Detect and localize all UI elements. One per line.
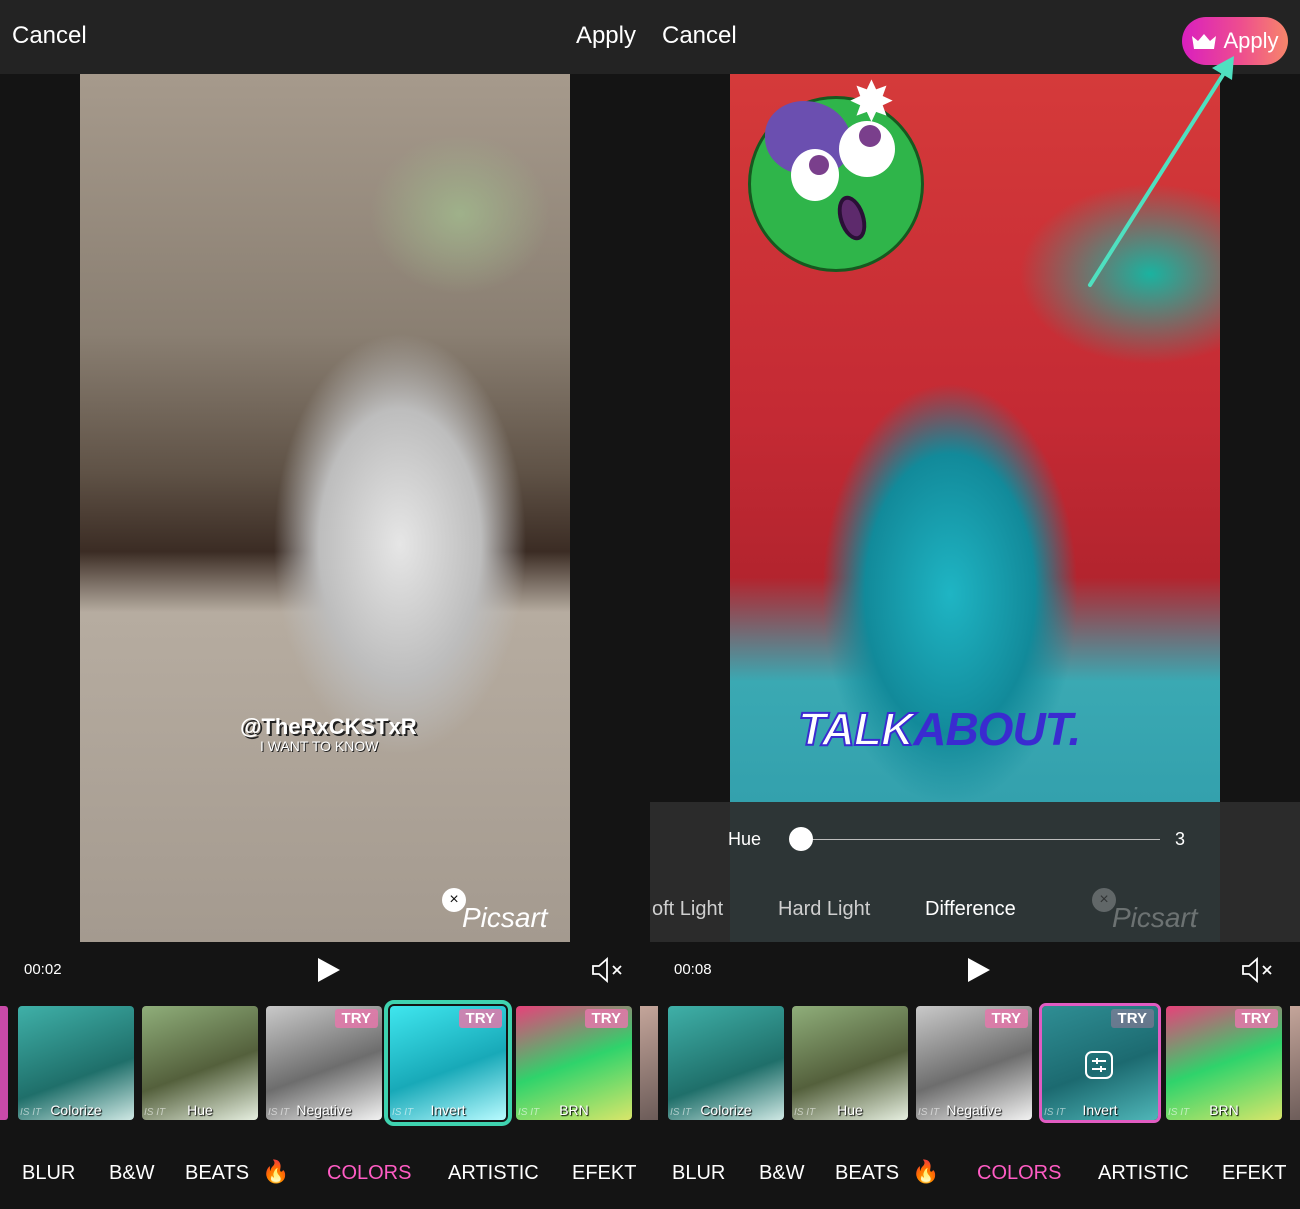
caption-word-about: ABOUT. (913, 703, 1081, 755)
try-badge: TRY (458, 1009, 502, 1028)
effect-thumb-brn[interactable]: TRY IS IT BRN (1166, 1006, 1282, 1120)
hue-slider-knob[interactable] (789, 827, 814, 851)
right-editor-panel: Cancel Apply ✸ TALKABOUT. Hue 3 oft Ligh… (650, 0, 1300, 1209)
fire-icon: 🔥 (912, 1159, 940, 1184)
video-caption-subtitle: I WANT TO KNOW (260, 738, 379, 754)
effect-label: Colorize (700, 1102, 752, 1118)
playback-time: 00:08 (674, 961, 712, 978)
mute-icon[interactable] (1240, 956, 1276, 984)
tab-bw[interactable]: B&W (109, 1162, 155, 1185)
top-bar: Cancel Apply (0, 0, 650, 74)
adjust-settings-icon[interactable] (1084, 1050, 1114, 1080)
effect-label: Invert (1082, 1102, 1118, 1118)
tab-artistic[interactable]: ARTISTIC (1098, 1162, 1189, 1185)
tab-efekt[interactable]: EFEKT (572, 1162, 636, 1185)
effect-thumb-colorize[interactable]: IS IT Colorize (18, 1006, 134, 1120)
effect-thumb-negative[interactable]: TRY IS IT Negative (916, 1006, 1032, 1120)
tab-artistic[interactable]: ARTISTIC (448, 1162, 539, 1185)
hue-value: 3 (1175, 829, 1186, 849)
caption-word-talk: TALK (797, 702, 915, 756)
category-tabs: BLUR B&W BEATS 🔥 COLORS ARTISTIC EFEKT (650, 1140, 1300, 1209)
thumbnail-partial[interactable] (0, 1006, 8, 1120)
tab-bw[interactable]: B&W (759, 1162, 805, 1185)
effect-label: Negative (946, 1102, 1002, 1118)
effect-thumb-hue[interactable]: IS IT Hue (792, 1006, 908, 1120)
category-tabs: BLUR B&W BEATS 🔥 COLORS ARTISTIC EFEKT (0, 1140, 650, 1209)
effect-label: BRN (559, 1102, 589, 1118)
cancel-button[interactable]: Cancel (662, 22, 737, 50)
tab-beats[interactable]: BEATS (185, 1162, 249, 1185)
sticker-eye-left (791, 149, 839, 201)
player-controls: 00:08 (650, 942, 1300, 1000)
adjust-panel: Hue 3 oft Light Hard Light Difference × … (650, 802, 1300, 942)
effect-label: Colorize (50, 1102, 102, 1118)
tab-colors[interactable]: COLORS (977, 1162, 1061, 1185)
tab-blur[interactable]: BLUR (672, 1162, 725, 1185)
play-icon[interactable] (314, 956, 342, 984)
emoji-sticker[interactable] (748, 96, 924, 272)
top-bar: Cancel Apply (650, 0, 1300, 74)
sticker-mouth (832, 192, 872, 244)
video-caption-handle: @TheRxCKSTxR (240, 714, 417, 739)
apply-button[interactable]: Apply (576, 22, 636, 50)
play-icon[interactable] (964, 956, 992, 984)
burst-icon: ✸ (848, 74, 895, 133)
tab-efekt[interactable]: EFEKT (1222, 1162, 1286, 1185)
effect-thumb-negative[interactable]: TRY IS IT Negative (266, 1006, 382, 1120)
effect-label: Invert (430, 1102, 466, 1118)
effect-thumb-hue[interactable]: IS IT Hue (142, 1006, 258, 1120)
thumbnail-partial[interactable] (640, 1006, 650, 1120)
player-controls: 00:02 (0, 942, 650, 1000)
effect-thumb-invert[interactable]: TRY IS IT Invert (1039, 1003, 1161, 1123)
picsart-watermark: Picsart (1112, 902, 1198, 933)
effect-thumb-invert[interactable]: TRY IS IT Invert (384, 1000, 512, 1126)
try-badge: TRY (584, 1009, 628, 1028)
picsart-watermark: Picsart (462, 902, 548, 933)
crown-icon (1192, 34, 1217, 49)
tab-colors[interactable]: COLORS (327, 1162, 411, 1185)
cancel-button[interactable]: Cancel (12, 22, 87, 50)
try-badge: TRY (1234, 1009, 1278, 1028)
try-badge: TRY (334, 1009, 378, 1028)
fire-icon: 🔥 (262, 1159, 290, 1184)
left-editor-panel: Cancel Apply @TheRxCKSTxR I WANT TO KNOW… (0, 0, 650, 1209)
effect-label: BRN (1209, 1102, 1239, 1118)
thumbnail-partial[interactable] (650, 1006, 658, 1120)
tab-beats[interactable]: BEATS (835, 1162, 899, 1185)
apply-label: Apply (1223, 28, 1279, 53)
blend-mode-difference[interactable]: Difference (925, 898, 1016, 921)
thumbnail-partial[interactable] (1290, 1006, 1300, 1120)
video-caption: TALKABOUT. (797, 702, 1081, 756)
effect-label: Hue (837, 1102, 863, 1118)
playback-time: 00:02 (24, 961, 62, 978)
effect-label: Negative (296, 1102, 352, 1118)
blend-mode-hard-light[interactable]: Hard Light (778, 898, 870, 921)
hue-label: Hue (728, 829, 762, 849)
blend-mode-soft-light[interactable]: oft Light (652, 898, 723, 921)
try-badge: TRY (1110, 1009, 1154, 1028)
video-preview[interactable]: @TheRxCKSTxR I WANT TO KNOW × Picsart (80, 74, 570, 942)
apply-premium-button[interactable]: Apply (1182, 17, 1288, 65)
hue-slider[interactable] (789, 827, 1160, 851)
effects-thumbnail-strip[interactable]: IS IT Colorize IS IT Hue TRY IS IT Negat… (650, 1000, 1300, 1130)
effect-thumb-brn[interactable]: TRY IS IT BRN (516, 1006, 632, 1120)
effects-thumbnail-strip[interactable]: IS IT Colorize IS IT Hue TRY IS IT Negat… (0, 1000, 650, 1130)
effect-label: Hue (187, 1102, 213, 1118)
tab-blur[interactable]: BLUR (22, 1162, 75, 1185)
effect-thumb-colorize[interactable]: IS IT Colorize (668, 1006, 784, 1120)
try-badge: TRY (984, 1009, 1028, 1028)
mute-icon[interactable] (590, 956, 626, 984)
